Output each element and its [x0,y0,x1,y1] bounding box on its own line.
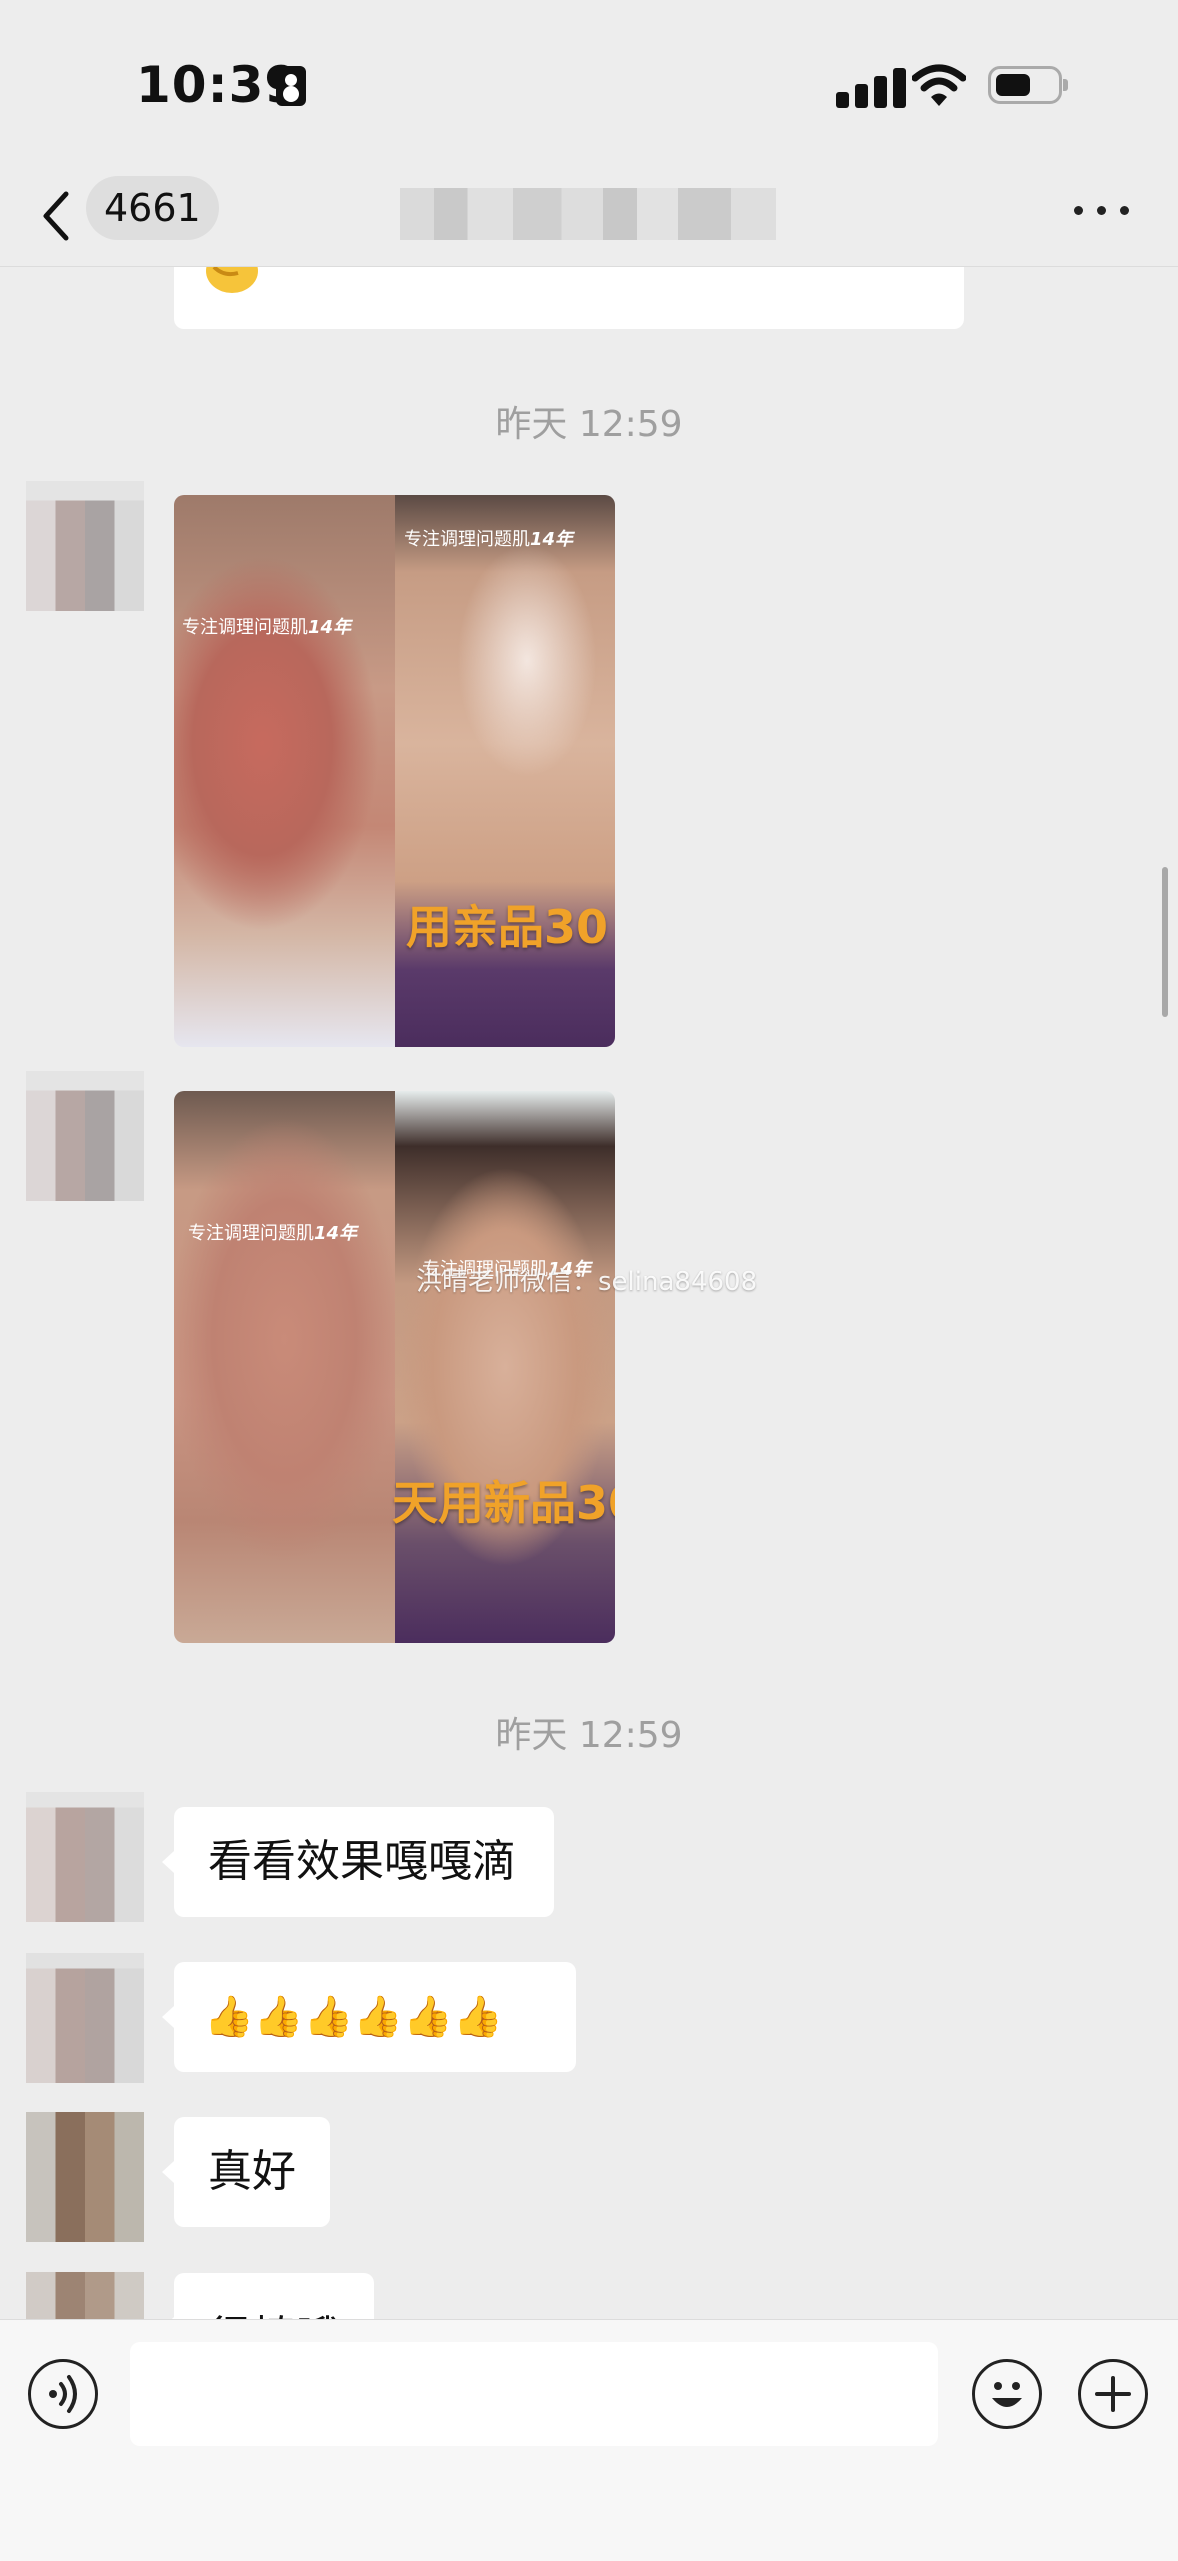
brand-text: 专注调理问题肌 [188,1223,314,1244]
before-after-photo[interactable]: 专注调理问题肌14年 专注调理问题肌14年 天用新品30 [174,1091,615,1643]
photo-caption: 用亲品30 [406,900,609,954]
avatar[interactable] [26,2272,144,2319]
battery-icon [988,66,1068,104]
timestamp: 昨天 12:59 [495,404,683,445]
unread-count-badge[interactable]: 4661 [86,176,219,240]
scrollbar[interactable] [1162,867,1168,1017]
brand-years: 14年 [308,617,352,638]
message-bubble[interactable]: 很棒哦 [162,2273,374,2319]
avatar[interactable] [26,1071,144,1201]
more-options-icon[interactable] [1074,200,1130,220]
chat-header: 4661 [0,170,1178,267]
cellular-signal-icon [836,66,906,108]
voice-input-icon[interactable] [28,2359,98,2429]
after-face-image [394,1091,615,1643]
back-arrow-icon[interactable] [36,186,76,246]
brand-years: 14年 [530,529,574,550]
photo-caption: 天用新品30 [392,1476,615,1530]
message-bubble[interactable]: 看看效果嘎嘎滴 [162,1807,554,1917]
emoji-picker-icon[interactable] [972,2359,1042,2429]
brand-years: 14年 [314,1223,358,1244]
plus-icon[interactable] [1078,2359,1148,2429]
before-after-photo[interactable]: 专注调理问题肌14年 专注调理问题肌14年 用亲品30 [174,495,615,1047]
contact-watermark: 洪晴老师微信：selina84608 [416,1267,758,1297]
brand-watermark: 专注调理问题肌14年 [188,1219,357,1245]
brand-watermark: 专注调理问题肌14年 [182,613,351,639]
message-bubble[interactable]: 👍👍👍👍👍👍 [162,1962,576,2072]
before-face-image [174,495,395,1047]
chat-title-pixelated [400,188,776,240]
message-list[interactable]: 昨天 12:59 专注调理问题肌14年 专注调理问题肌14年 用亲品30 专注调… [0,267,1178,2319]
avatar[interactable] [26,2112,144,2242]
brand-text: 专注调理问题肌 [182,617,308,638]
emoji-icon [206,267,258,293]
after-face-image [394,495,615,1047]
brand-text: 专注调理问题肌 [404,529,530,550]
avatar[interactable] [26,1953,144,2083]
message-input[interactable] [130,2342,938,2446]
previous-message-bubble[interactable] [174,267,964,329]
wifi-icon [912,64,966,106]
focus-contact-icon [276,66,306,106]
before-face-image [174,1091,395,1643]
brand-watermark: 专注调理问题肌14年 [404,525,573,551]
timestamp: 昨天 12:59 [495,1715,683,1756]
avatar[interactable] [26,1792,144,1922]
input-bar [0,2319,1178,2561]
status-bar: 10:39 [0,0,1178,170]
message-bubble[interactable]: 真好 [162,2117,330,2227]
avatar[interactable] [26,481,144,611]
